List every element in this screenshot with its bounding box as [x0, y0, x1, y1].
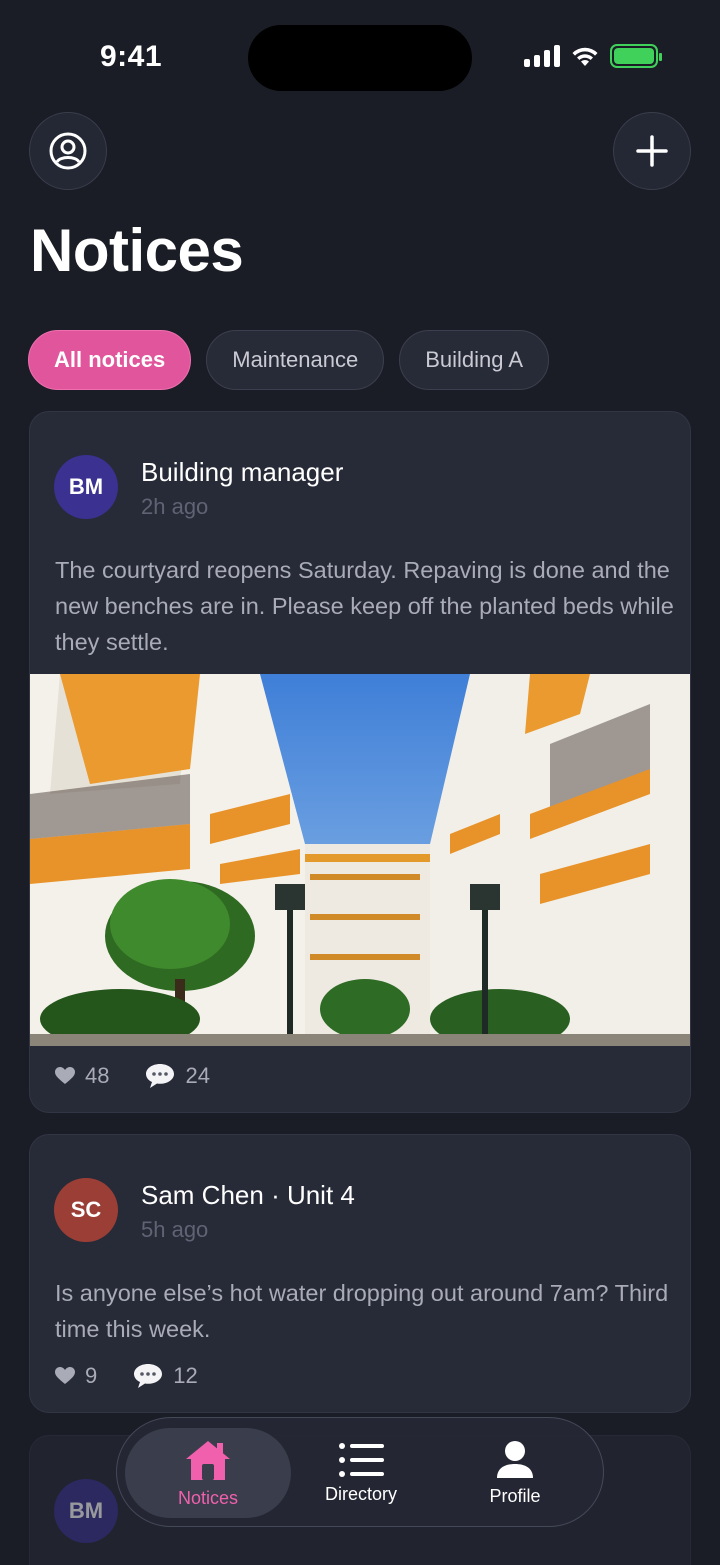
tab-bar: Notices Directory Profile: [116, 1417, 604, 1527]
tab-profile[interactable]: Profile: [435, 1428, 595, 1518]
filter-chip-maintenance[interactable]: Maintenance: [206, 330, 385, 390]
like-button[interactable]: 9: [55, 1363, 97, 1389]
tab-label: Notices: [177, 1487, 239, 1508]
filter-chips: All notices Maintenance Building A: [28, 330, 550, 390]
tab-directory[interactable]: Directory: [281, 1428, 441, 1518]
tab-label: Directory: [324, 1483, 397, 1504]
like-count: 9: [85, 1363, 98, 1388]
add-notice-button[interactable]: [613, 112, 691, 190]
notice-card[interactable]: SC Sam Chen · Unit 4 5h ago Is anyone el…: [29, 1134, 691, 1413]
plus-icon: [636, 135, 668, 167]
account-button[interactable]: [29, 112, 107, 190]
person-icon: [497, 1440, 533, 1478]
heart-icon: [55, 1067, 75, 1084]
courtyard-photo[interactable]: [30, 674, 691, 1046]
speech-bubble-icon: [134, 1364, 163, 1388]
page-title: Notices: [30, 217, 244, 284]
like-count: 48: [85, 1063, 110, 1088]
notice-stats: 48 24: [55, 1062, 246, 1090]
comment-button[interactable]: 24: [145, 1062, 210, 1090]
filter-chip-all-notices[interactable]: All notices: [28, 330, 192, 390]
wifi-icon: [572, 47, 598, 66]
notice-time: 2h ago: [141, 494, 209, 519]
tab-label: Profile: [489, 1485, 541, 1506]
like-button[interactable]: 48: [55, 1063, 109, 1089]
comment-count: 12: [173, 1363, 198, 1388]
notice-time: 5h ago: [141, 1217, 209, 1242]
cellular-signal-icon: [524, 45, 560, 67]
status-bar: 9:41: [0, 0, 720, 110]
comment-button[interactable]: 12: [133, 1362, 198, 1390]
tab-notices[interactable]: Notices: [125, 1428, 291, 1518]
status-icons: [524, 44, 662, 68]
list-icon: [339, 1442, 384, 1477]
battery-charging-icon: [610, 44, 662, 68]
heart-icon: [55, 1367, 75, 1384]
speech-bubble-icon: [146, 1064, 175, 1088]
user-circle-icon: [49, 132, 87, 170]
avatar: BM: [54, 1479, 118, 1543]
avatar: SC: [54, 1178, 118, 1242]
filter-chip-building-a[interactable]: Building A: [399, 330, 550, 390]
comment-count: 24: [185, 1063, 210, 1088]
avatar: BM: [54, 455, 118, 519]
dynamic-island: [248, 25, 472, 91]
home-icon: [186, 1440, 230, 1480]
notice-stats: 9 12: [55, 1362, 234, 1390]
notice-card[interactable]: BM Building manager 2h ago The courtyard…: [29, 411, 691, 1113]
notice-body: The courtyard reopens Saturday. Repaving…: [55, 557, 674, 655]
notice-author: Building manager: [141, 457, 344, 487]
notice-body: Is anyone else’s hot water dropping out …: [55, 1280, 669, 1342]
status-time: 9:41: [100, 40, 163, 73]
notice-author: Sam Chen · Unit 4: [141, 1180, 355, 1210]
